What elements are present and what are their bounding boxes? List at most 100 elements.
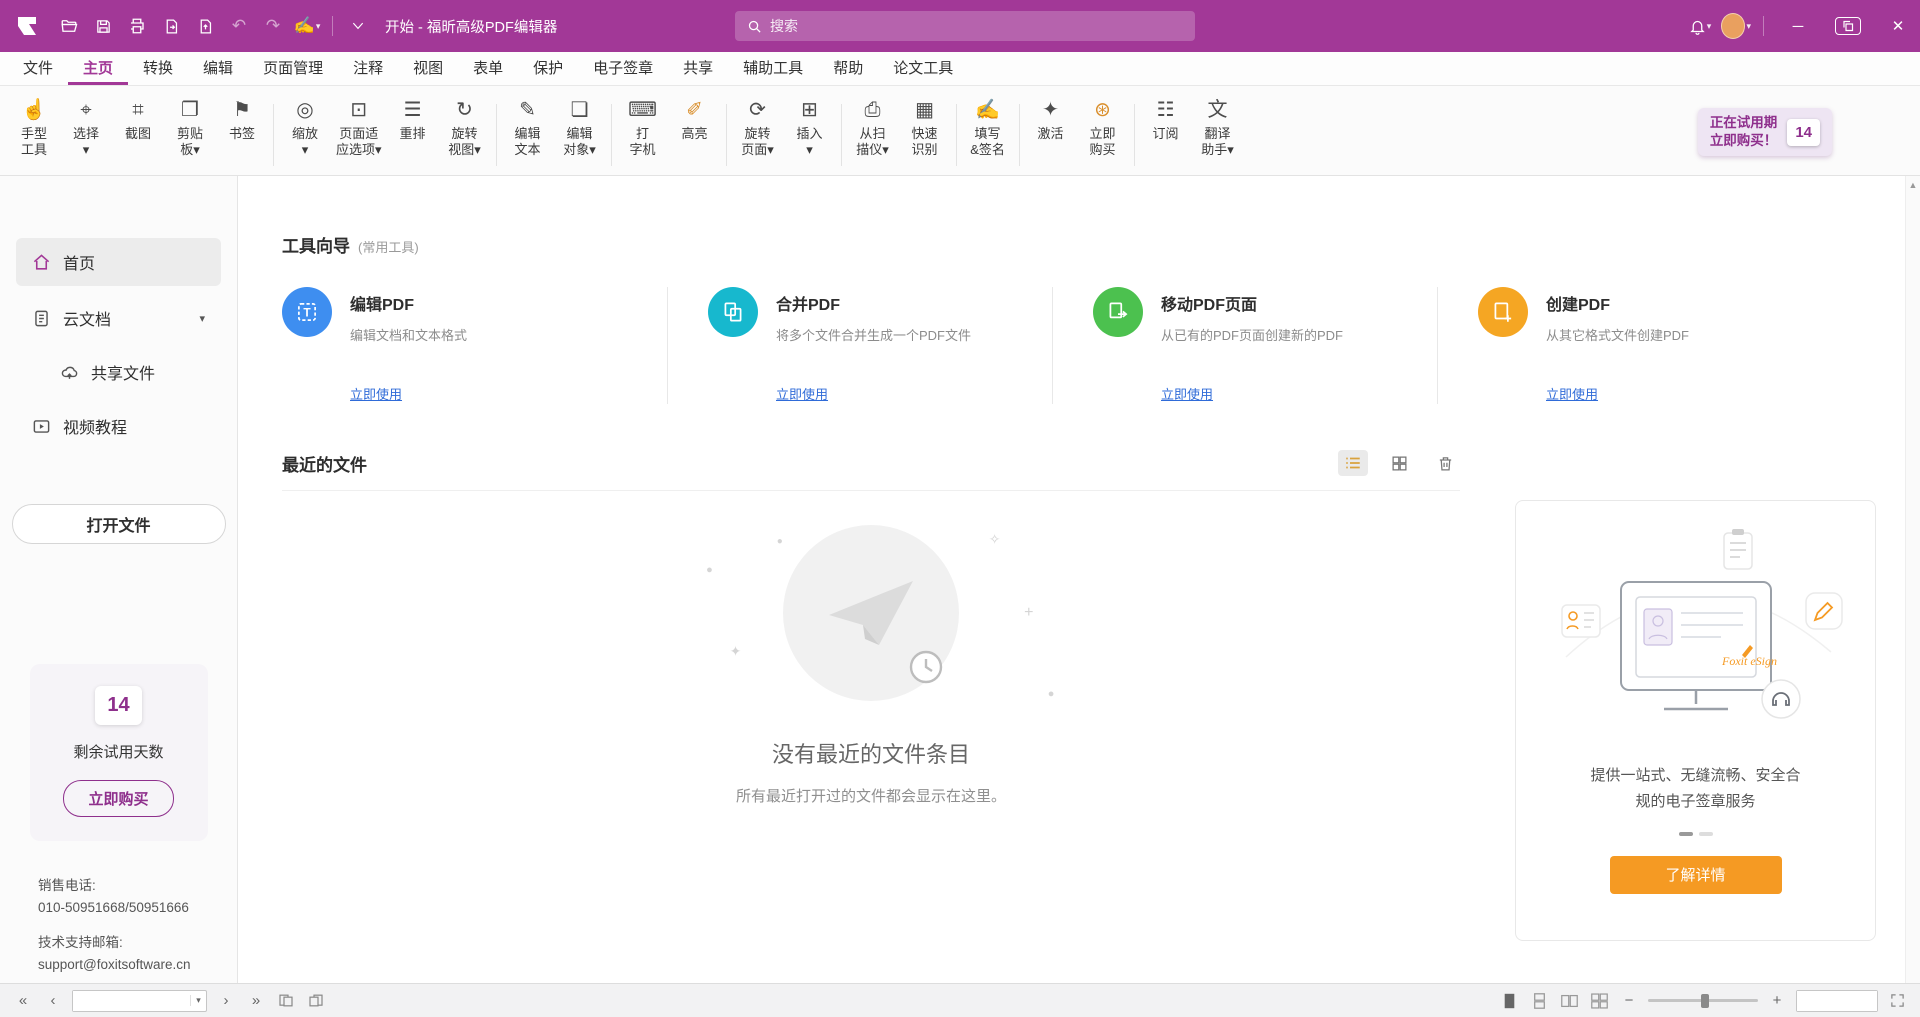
use-now-link[interactable]: 立即使用 <box>1161 384 1213 403</box>
sidebar-item-cloud-docs[interactable]: 云文档 ▾ <box>16 294 221 342</box>
tools-guide-title: 工具向导 <box>282 232 350 257</box>
account-avatar[interactable]: ▾ <box>1721 11 1751 41</box>
open-file-button[interactable]: 打开文件 <box>12 504 226 544</box>
menu-esign[interactable]: 电子签章 <box>578 52 668 85</box>
esign-quick-tool-icon[interactable]: ✍▾ <box>292 11 322 41</box>
facing-view-icon[interactable] <box>1558 989 1580 1013</box>
open-file-icon[interactable] <box>54 11 84 41</box>
last-page-button[interactable]: » <box>245 989 267 1013</box>
typewriter-button[interactable]: ⌨打 字机 <box>617 94 669 161</box>
reflow-button[interactable]: ☰重排 <box>387 94 439 144</box>
search-bar[interactable]: 搜索 <box>735 11 1195 41</box>
edit-object-icon: ❏ <box>571 96 589 124</box>
carousel-dot[interactable] <box>1699 832 1713 836</box>
fill-sign-button[interactable]: ✍填写 &签名 <box>962 94 1014 161</box>
activate-button[interactable]: ✦激活 <box>1025 94 1077 144</box>
zoom-level-box[interactable] <box>1796 990 1878 1012</box>
zoom-out-button[interactable]: − <box>1618 989 1640 1013</box>
save-icon[interactable] <box>88 11 118 41</box>
tool-card-move-pdf-pages[interactable]: 移动PDF页面 从已有的PDF页面创建新的PDF 立即使用 <box>1052 287 1437 404</box>
clipboard-button[interactable]: ❐剪贴 板▾ <box>164 94 216 161</box>
minimize-button[interactable]: ─ <box>1776 8 1820 44</box>
menu-share[interactable]: 共享 <box>668 52 728 85</box>
close-button[interactable]: ✕ <box>1876 8 1920 44</box>
menu-accessibility[interactable]: 辅助工具 <box>728 52 818 85</box>
use-now-link[interactable]: 立即使用 <box>776 384 828 403</box>
next-view-button[interactable] <box>305 989 327 1013</box>
menu-form[interactable]: 表单 <box>458 52 518 85</box>
select-tool-button[interactable]: ⌖选择 ▾ <box>60 94 112 161</box>
undo-icon[interactable]: ↶ <box>224 11 254 41</box>
menu-protect[interactable]: 保护 <box>518 52 578 85</box>
use-now-link[interactable]: 立即使用 <box>1546 384 1598 403</box>
ribbon-mode-icon[interactable] <box>343 11 373 41</box>
redo-icon[interactable]: ↷ <box>258 11 288 41</box>
share-doc-icon[interactable] <box>190 11 220 41</box>
menu-help[interactable]: 帮助 <box>818 52 878 85</box>
clear-recent-trash-icon[interactable] <box>1430 450 1460 476</box>
list-view-icon[interactable] <box>1338 450 1368 476</box>
facing-continuous-view-icon[interactable] <box>1588 989 1610 1013</box>
menu-view[interactable]: 视图 <box>398 52 458 85</box>
zoom-level-input[interactable] <box>1797 991 1877 1011</box>
menu-convert[interactable]: 转换 <box>128 52 188 85</box>
tool-card-merge-pdf[interactable]: 合并PDF 将多个文件合并生成一个PDF文件 立即使用 <box>667 287 1052 404</box>
menu-comment[interactable]: 注释 <box>338 52 398 85</box>
vertical-scrollbar[interactable]: ▲ <box>1905 176 1920 983</box>
sidebar-item-shared-files[interactable]: 共享文件 <box>16 350 221 394</box>
page-number-combobox[interactable]: ▾ <box>72 990 207 1012</box>
sidebar-item-video-tutorials[interactable]: 视频教程 <box>16 402 221 450</box>
fullscreen-icon[interactable] <box>1886 989 1908 1013</box>
tool-card-edit-pdf[interactable]: T 编辑PDF 编辑文档和文本格式 立即使用 <box>282 287 667 404</box>
hand-tool-button[interactable]: ☝手型 工具 <box>8 94 60 161</box>
buy-now-button[interactable]: ⊛立即 购买 <box>1077 94 1129 161</box>
merge-pdf-icon <box>708 287 758 337</box>
sidebar-item-home[interactable]: 首页 <box>16 238 221 286</box>
learn-more-button[interactable]: 了解详情 <box>1610 856 1782 894</box>
support-email-address[interactable]: support@foxitsoftware.cn <box>38 954 237 976</box>
export-pdf-icon[interactable] <box>156 11 186 41</box>
prev-page-button[interactable]: ‹ <box>42 989 64 1013</box>
next-page-button[interactable]: › <box>215 989 237 1013</box>
trial-purchase-badge[interactable]: 正在试用期 立即购买！ 14 <box>1698 108 1832 156</box>
menu-paper-tools[interactable]: 论文工具 <box>878 52 968 85</box>
trial-line1: 正在试用期 <box>1710 114 1778 132</box>
zoom-slider-thumb[interactable] <box>1701 994 1709 1008</box>
single-page-view-icon[interactable] <box>1498 989 1520 1013</box>
zoom-button[interactable]: ◎缩放 ▾ <box>279 94 331 161</box>
chevron-down-icon: ▾ <box>190 995 206 1006</box>
menu-file[interactable]: 文件 <box>8 52 68 85</box>
insert-pages-button[interactable]: ⊞插入 ▾ <box>784 94 836 161</box>
edit-object-button[interactable]: ❏编辑 对象▾ <box>554 94 606 161</box>
menu-home[interactable]: 主页 <box>68 52 128 85</box>
page-fit-options-button[interactable]: ⊡页面适 应选项▾ <box>331 94 387 161</box>
rotate-view-button[interactable]: ↻旋转 视图▾ <box>439 94 491 161</box>
use-now-link[interactable]: 立即使用 <box>350 384 402 403</box>
quick-ocr-button[interactable]: ▦快速 识别 <box>899 94 951 161</box>
edit-text-button[interactable]: ✎编辑 文本 <box>502 94 554 161</box>
scroll-up-icon[interactable]: ▲ <box>1906 176 1920 194</box>
sidebar-buy-now-button[interactable]: 立即购买 <box>63 780 173 817</box>
from-scanner-button[interactable]: ⎙从扫 描仪▾ <box>847 94 899 161</box>
translate-assistant-button[interactable]: 文翻译 助手▾ <box>1192 94 1244 161</box>
subscribe-button[interactable]: ☷订阅 <box>1140 94 1192 144</box>
tool-card-create-pdf[interactable]: 创建PDF 从其它格式文件创建PDF 立即使用 <box>1437 287 1822 404</box>
carousel-dot[interactable] <box>1679 832 1693 836</box>
snapshot-button[interactable]: ⌗截图 <box>112 94 164 144</box>
print-icon[interactable] <box>122 11 152 41</box>
rotate-pages-button[interactable]: ⟳旋转 页面▾ <box>732 94 784 161</box>
menu-edit[interactable]: 编辑 <box>188 52 248 85</box>
zoom-slider[interactable] <box>1648 993 1758 1009</box>
continuous-view-icon[interactable] <box>1528 989 1550 1013</box>
notifications-bell-icon[interactable]: ▾ <box>1685 11 1715 41</box>
previous-view-button[interactable] <box>275 989 297 1013</box>
highlight-button[interactable]: ✐高亮 <box>669 94 721 144</box>
first-page-button[interactable]: « <box>12 989 34 1013</box>
restore-window-button[interactable] <box>1826 8 1870 44</box>
tool-label: 手型 工具 <box>21 126 47 159</box>
grid-view-icon[interactable] <box>1384 450 1414 476</box>
bookmark-button[interactable]: ⚑书签 <box>216 94 268 144</box>
page-number-input[interactable] <box>73 991 190 1011</box>
menu-page-organize[interactable]: 页面管理 <box>248 52 338 85</box>
zoom-in-button[interactable]: + <box>1766 989 1788 1013</box>
